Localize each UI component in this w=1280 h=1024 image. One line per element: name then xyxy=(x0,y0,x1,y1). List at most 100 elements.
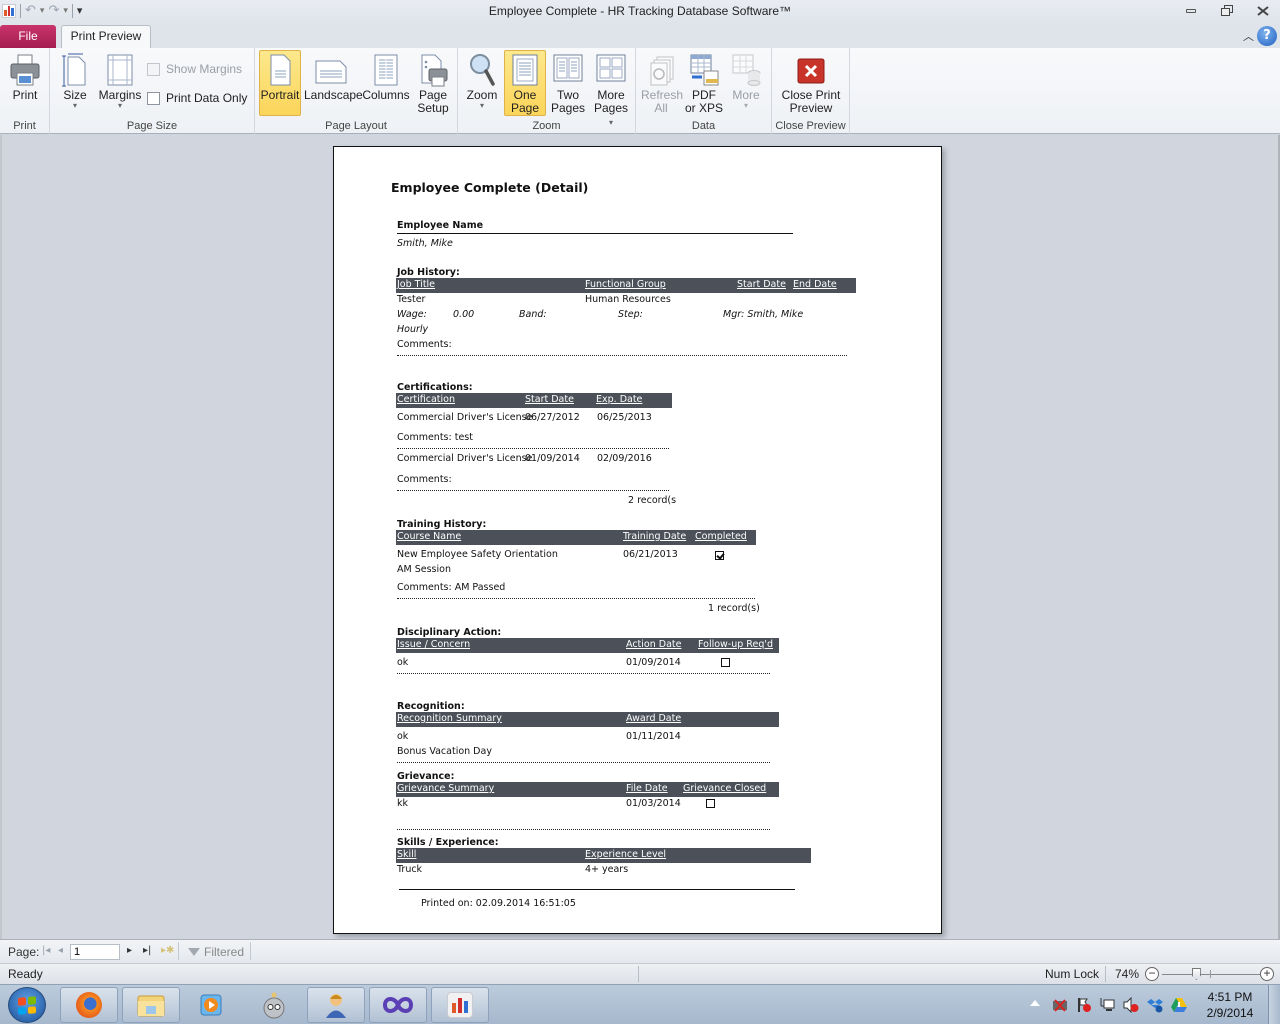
grievance-separator xyxy=(397,829,770,830)
taskbar-firefox[interactable] xyxy=(60,987,118,1023)
ribbon-group-zoom: Zoom ▾ One Page Two Pages More Pages ▾ Z… xyxy=(458,48,636,134)
show-desktop-button[interactable] xyxy=(1268,985,1280,1024)
page-setup-button[interactable]: Page Setup xyxy=(413,50,453,116)
taskbar-explorer[interactable] xyxy=(122,987,180,1023)
action-center-icon[interactable] xyxy=(1076,997,1092,1013)
refresh-icon xyxy=(645,53,677,87)
minimize-ribbon-icon[interactable]: ︿ xyxy=(1243,28,1254,44)
two-pages-label-2: Pages xyxy=(550,101,586,115)
landscape-button[interactable]: Landscape xyxy=(303,50,363,116)
new-record-button[interactable]: ▸✱ xyxy=(161,945,174,956)
ribbon-group-print: Print Print xyxy=(0,48,50,134)
columns-button[interactable]: Columns xyxy=(361,50,411,116)
cert-2-exp-date: 02/09/2016 xyxy=(597,453,652,464)
windows-logo-icon xyxy=(18,996,36,1015)
show-margins-check[interactable] xyxy=(147,62,160,76)
zoom-button[interactable]: Zoom ▾ xyxy=(462,50,502,116)
two-pages-button[interactable]: Two Pages xyxy=(548,50,588,116)
taskbar-support-app[interactable] xyxy=(307,987,365,1023)
zoom-slider-thumb[interactable] xyxy=(1191,968,1201,980)
one-page-button[interactable]: One Page xyxy=(504,50,546,116)
refresh-all-button[interactable]: Refresh All xyxy=(640,50,683,116)
portrait-button[interactable]: Portrait xyxy=(259,50,301,116)
print-data-only-check[interactable] xyxy=(147,91,160,105)
dropbox-icon[interactable] xyxy=(1147,997,1163,1013)
tab-file[interactable]: File xyxy=(0,25,56,48)
network-icon[interactable] xyxy=(1099,997,1115,1013)
zoom-percentage[interactable]: 74% xyxy=(1115,967,1139,981)
chevron-down-icon: ▾ xyxy=(117,101,122,110)
chevron-down-icon: ▾ xyxy=(743,101,748,110)
start-button[interactable] xyxy=(8,987,46,1023)
cert-2-comments: Comments: xyxy=(397,474,452,485)
col-course-name: Course Name xyxy=(397,531,462,542)
employee-name-rule xyxy=(397,233,793,234)
recognition-heading: Recognition: xyxy=(397,701,465,712)
completed-checkbox xyxy=(715,551,724,560)
margins-button[interactable]: Margins ▾ xyxy=(96,50,144,116)
volume-muted-icon[interactable] xyxy=(1123,997,1139,1013)
show-margins-checkbox[interactable]: Show Margins xyxy=(147,62,242,76)
more-pages-button[interactable]: More Pages ▾ xyxy=(590,50,632,127)
print-button[interactable]: Print xyxy=(4,50,46,116)
restore-button[interactable] xyxy=(1216,2,1238,20)
taskbar-hr-tracking-app[interactable] xyxy=(431,987,489,1023)
status-separator xyxy=(1105,966,1106,982)
previous-page-button[interactable]: ◂ xyxy=(58,945,63,956)
two-pages-icon xyxy=(552,53,584,87)
taskbar-robot-app[interactable] xyxy=(245,987,303,1023)
disciplinary-header: Issue / Concern Action Date Follow-up Re… xyxy=(396,638,779,653)
pdf-or-xps-button[interactable]: PDF or XPS xyxy=(684,50,724,116)
col-certification: Certification xyxy=(397,394,455,405)
close-print-preview-button[interactable]: Close Print Preview xyxy=(776,50,846,116)
page-number-input[interactable] xyxy=(70,944,120,960)
ribbon-group-data: Refresh All PDF or XPS More ▾ Data xyxy=(636,48,772,134)
minimize-icon xyxy=(1186,9,1196,13)
grievance-header: Grievance Summary File Date Grievance Cl… xyxy=(396,782,779,797)
minimize-button[interactable] xyxy=(1180,2,1202,20)
status-separator xyxy=(638,966,639,982)
group-label-zoom: Zoom xyxy=(532,120,561,132)
course-name-value: New Employee Safety Orientation xyxy=(397,549,558,560)
google-drive-icon[interactable] xyxy=(1171,997,1187,1013)
skills-header: Skill Experience Level xyxy=(396,848,811,863)
col-grievance-closed: Grievance Closed xyxy=(683,783,767,794)
skill-value: Truck xyxy=(397,864,423,875)
size-button[interactable]: Size ▾ xyxy=(56,50,94,116)
robot-icon xyxy=(263,992,285,1019)
magnifier-icon xyxy=(466,53,498,87)
show-hidden-icons-button[interactable] xyxy=(1030,1000,1040,1006)
zoom-out-button[interactable]: − xyxy=(1145,967,1159,981)
page-setup-icon xyxy=(417,53,449,87)
zoom-slider-track[interactable] xyxy=(1162,974,1260,975)
close-window-button[interactable] xyxy=(1252,2,1274,20)
network-disconnected-icon[interactable] xyxy=(1052,997,1068,1013)
ribbon-group-close-preview: Close Print Preview Close Preview xyxy=(772,48,850,134)
more-export-button[interactable]: More ▾ xyxy=(726,50,766,116)
print-data-only-checkbox[interactable]: Print Data Only xyxy=(147,91,247,105)
cert-2-name: Commercial Driver's License xyxy=(397,453,533,464)
nav-separator xyxy=(178,942,179,960)
cert-1-start-date: 06/27/2012 xyxy=(525,412,580,423)
last-page-button[interactable]: ▸| xyxy=(143,945,151,956)
clock-time: 4:51 PM xyxy=(1207,990,1253,1004)
training-comments: Comments: AM Passed xyxy=(397,582,506,593)
filter-indicator[interactable]: Filtered xyxy=(188,945,244,959)
filter-label: Filtered xyxy=(204,945,245,959)
next-page-button[interactable]: ▸ xyxy=(127,945,132,956)
windows-taskbar: 4:51 PM 2/9/2014 xyxy=(0,984,1280,1024)
system-clock[interactable]: 4:51 PM 2/9/2014 xyxy=(1195,989,1265,1021)
taskbar-infinity-app[interactable] xyxy=(369,987,427,1023)
job-history-separator xyxy=(397,355,847,356)
close-icon xyxy=(1257,6,1269,16)
landscape-icon xyxy=(315,53,347,87)
title-bar: ↶ ▾ ↷ ▾ ▾ Employee Complete - HR Trackin… xyxy=(0,0,1280,24)
help-icon[interactable]: ? xyxy=(1257,26,1277,46)
export-pdf-icon xyxy=(688,53,720,87)
tab-print-preview[interactable]: Print Preview xyxy=(61,25,151,49)
first-page-button[interactable]: |◂ xyxy=(42,945,50,956)
cert-2-separator xyxy=(397,490,669,491)
taskbar-media-player[interactable] xyxy=(182,987,240,1023)
zoom-in-button[interactable]: + xyxy=(1260,967,1274,981)
manager-value: Mgr: Smith, Mike xyxy=(723,309,804,320)
